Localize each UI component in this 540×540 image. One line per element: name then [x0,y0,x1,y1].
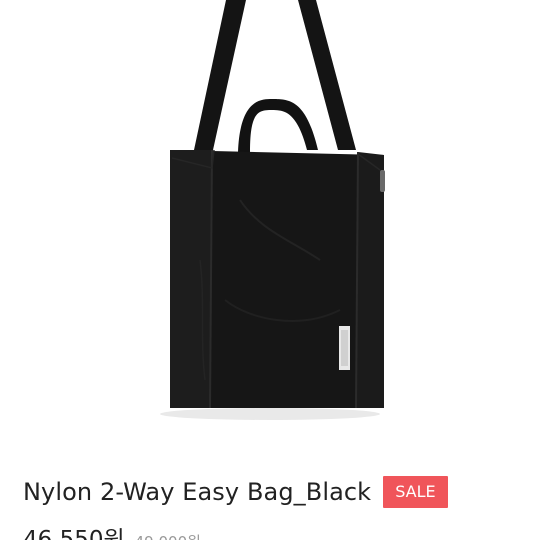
product-page: Nylon 2-Way Easy Bag_Black SALE 46,550원 … [0,0,540,540]
sale-price: 46,550원 [23,527,125,540]
product-title[interactable]: Nylon 2-Way Easy Bag_Black [23,478,371,506]
price-row: 46,550원 49,000원 [23,520,201,540]
bag-illustration [160,0,385,420]
product-image[interactable] [0,0,540,455]
sale-badge: SALE [383,476,448,508]
original-price: 49,000원 [135,531,201,540]
product-title-row: Nylon 2-Way Easy Bag_Black SALE [23,474,448,510]
